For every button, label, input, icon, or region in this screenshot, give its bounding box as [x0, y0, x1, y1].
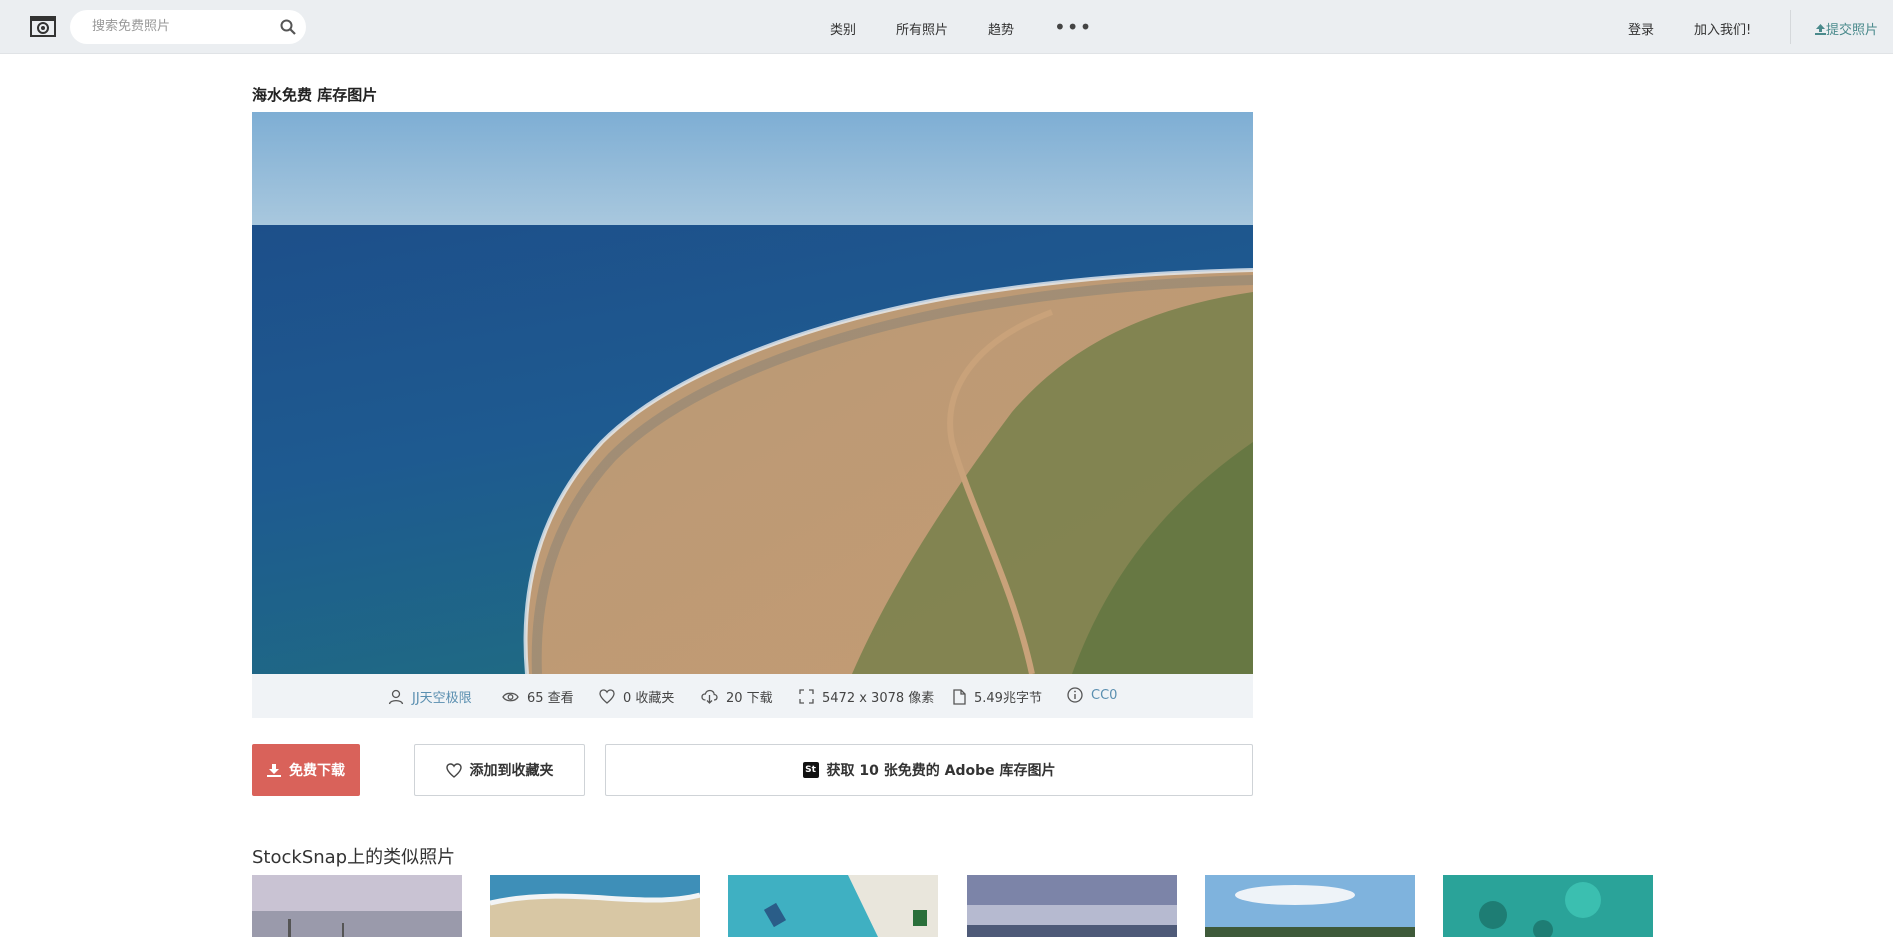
search-box	[70, 10, 306, 44]
thumb-image	[967, 875, 1177, 937]
free-download-button[interactable]: 免费下载	[252, 744, 360, 796]
download-icon	[267, 763, 281, 777]
thumb-image	[1205, 875, 1415, 937]
similar-photo-thumb[interactable]	[1205, 875, 1415, 937]
views-item: 65 查看	[502, 687, 574, 706]
main-photo[interactable]	[252, 112, 1253, 674]
nav-trending[interactable]: 趋势	[988, 19, 1014, 38]
info-icon	[1067, 687, 1083, 703]
login-link[interactable]: 登录	[1628, 19, 1654, 38]
more-menu-icon[interactable]: •••	[1054, 17, 1092, 37]
thumb-image	[1443, 875, 1653, 937]
aerial-coast-image	[252, 112, 1253, 674]
search-icon[interactable]	[280, 19, 296, 35]
join-link[interactable]: 加入我们!	[1694, 19, 1751, 38]
file-icon	[953, 688, 966, 705]
adobe-stock-icon: St	[802, 762, 819, 778]
thumb-image	[490, 875, 700, 937]
author-item[interactable]: JJ天空极限	[388, 687, 472, 706]
dimensions-value: 5472 x 3078 像素	[822, 691, 935, 706]
favorites-item: 0 收藏夹	[599, 687, 674, 706]
filesize-value: 5.49兆字节	[974, 691, 1042, 706]
nav-all-photos[interactable]: 所有照片	[896, 19, 948, 38]
top-navbar: 类别 所有照片 趋势 ••• 登录 加入我们! 提交照片	[0, 0, 1893, 54]
downloads-count: 20 下载	[726, 691, 773, 706]
heart-outline-icon	[445, 762, 462, 778]
similar-photo-thumb[interactable]	[252, 875, 462, 937]
submit-photo-label: 提交照片	[1826, 23, 1879, 38]
favorites-count: 0 收藏夹	[623, 691, 675, 706]
similar-photo-thumb[interactable]	[728, 875, 938, 937]
similar-photo-thumb[interactable]	[1443, 875, 1653, 937]
license-item[interactable]: CC0	[1067, 687, 1117, 703]
author-link[interactable]: JJ天空极限	[412, 687, 472, 706]
eye-icon	[502, 692, 519, 701]
nav-divider	[1790, 10, 1791, 44]
page-title: 海水免费 库存图片	[252, 86, 378, 104]
free-download-label: 免费下载	[289, 763, 345, 779]
adobe-stock-button[interactable]: St 获取 10 张免费的 Adobe 库存图片	[605, 744, 1253, 796]
submit-photo-link[interactable]: 提交照片	[1815, 19, 1878, 38]
similar-photo-thumb[interactable]	[967, 875, 1177, 937]
thumb-image	[252, 875, 462, 937]
photo-meta-bar: JJ天空极限 65 查看 0 收藏夹 20 下载 5472 x 3078 像素 …	[252, 674, 1253, 718]
upload-icon	[1815, 24, 1826, 35]
heart-icon	[599, 689, 615, 704]
adobe-stock-label: 获取 10 张免费的 Adobe 库存图片	[826, 763, 1056, 779]
add-to-favorites-label: 添加到收藏夹	[469, 763, 554, 779]
similar-photo-thumb[interactable]	[490, 875, 700, 937]
add-to-favorites-button[interactable]: 添加到收藏夹	[414, 744, 585, 796]
search-input[interactable]	[90, 18, 270, 35]
nav-categories[interactable]: 类别	[830, 19, 856, 38]
dimensions-item: 5472 x 3078 像素	[799, 687, 934, 706]
user-icon	[388, 689, 404, 704]
cloud-download-icon	[701, 689, 718, 704]
license-link[interactable]: CC0	[1091, 688, 1117, 703]
downloads-item: 20 下载	[701, 687, 773, 706]
thumb-image	[728, 875, 938, 937]
expand-icon	[799, 689, 814, 704]
views-count: 65 查看	[527, 691, 574, 706]
filesize-item: 5.49兆字节	[953, 687, 1042, 706]
similar-photos-heading: StockSnap上的类似照片	[252, 847, 456, 868]
camera-logo-icon[interactable]	[30, 14, 56, 38]
